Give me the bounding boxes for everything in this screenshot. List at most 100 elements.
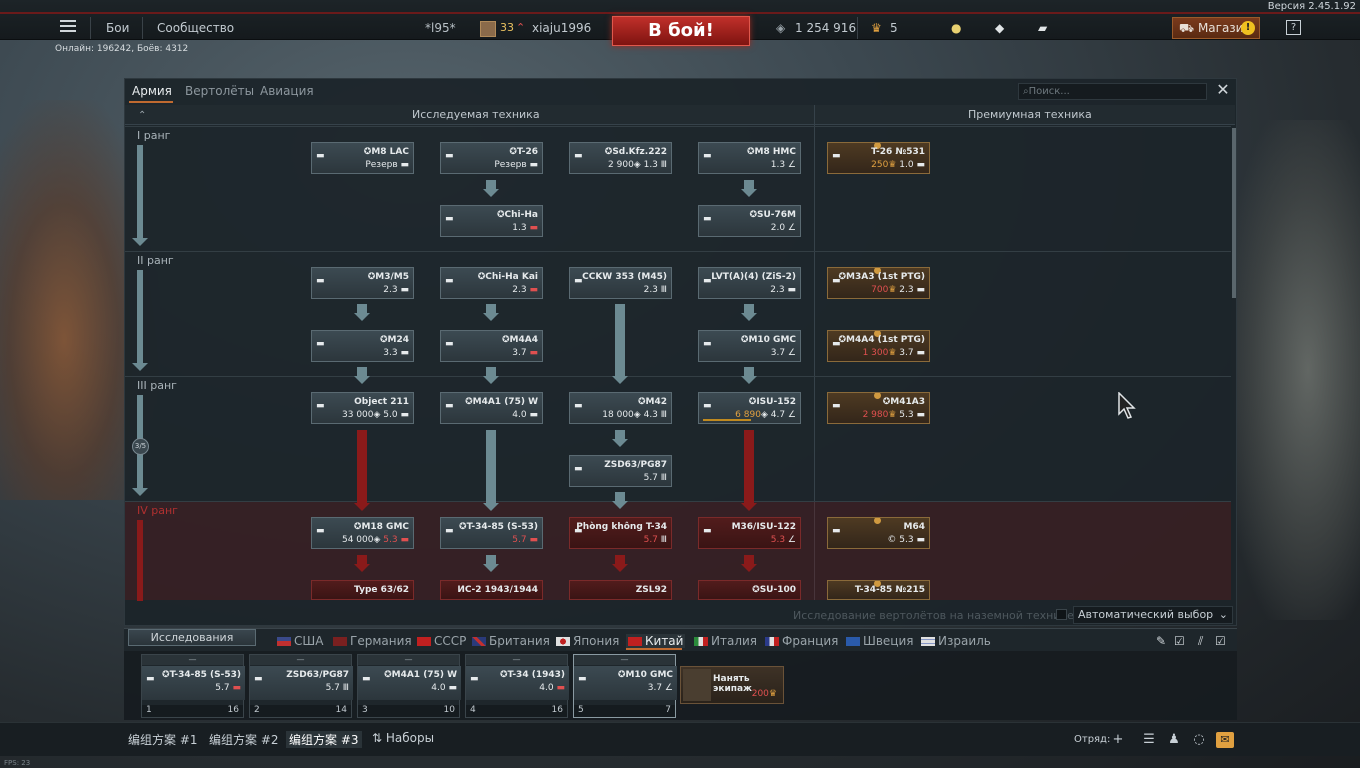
vehicle-card-lvt[interactable]: ▬ LVT(A)(4) (ZiS-2) 2.3 ▬ — [698, 267, 801, 299]
research-button[interactable]: Исследования — [128, 629, 256, 646]
rank-label[interactable]: IV ранг — [137, 504, 178, 517]
tank-icon: ▬ — [470, 674, 479, 684]
tank-icon: ▬ — [574, 151, 583, 161]
battles-menu[interactable]: Бои — [106, 21, 129, 35]
vehicle-card-t34-85-215[interactable]: T-34-85 №215 — [827, 580, 930, 600]
nation-ussr[interactable]: СССР — [417, 634, 466, 648]
vehicle-card-m42[interactable]: ▬ ✪M42 18 000◈ 4.3 Ⅲ — [569, 392, 672, 424]
crew-slot[interactable]: — ▬ ✪T-34 (1943) 4.0 ▬ 4 16 — [465, 654, 569, 718]
crew-slot[interactable]: — ▬ ZSD63/PG87 5.7 Ⅲ 2 14 — [249, 654, 353, 718]
checkmark-icon[interactable]: ☑ — [1215, 634, 1226, 648]
rank-label[interactable]: III ранг — [137, 379, 177, 392]
hire-crew-button[interactable]: Нанять экипаж 200♛ — [680, 666, 784, 704]
vehicle-card-m8-lac[interactable]: ▬ ✪M8 LAC Резерв ▬ — [311, 142, 414, 174]
vehicle-card-m18-gmc[interactable]: ▬ ✪M18 GMC 54 000◈ 5.3 ▬ — [311, 517, 414, 549]
avatar[interactable] — [480, 21, 496, 37]
chat-icon[interactable]: ◌ — [1191, 732, 1207, 748]
vehicle-card-zsl92[interactable]: ZSL92 — [569, 580, 672, 600]
tree-scrollbar[interactable] — [1232, 128, 1236, 298]
tree-header: Исследуемая техника Премиумная техника — [125, 105, 1235, 125]
to-battle-button[interactable]: В бой! — [612, 16, 750, 46]
collapse-all-icon[interactable]: ⌃ — [138, 110, 148, 121]
vehicle-card-m4a1-75w[interactable]: ▬ ✪M4A1 (75) W 4.0 ▬ — [440, 392, 543, 424]
crew-slot[interactable]: — ▬ ✪T-34-85 (S-53) 5.7 ▬ 1 16 — [141, 654, 245, 718]
rank-label[interactable]: I ранг — [137, 129, 170, 142]
wrench-icon[interactable]: ✎ — [1156, 634, 1166, 648]
vehicle-card-t26-531[interactable]: ▬ T-26 №531 250♛ 1.0 ▬ — [827, 142, 930, 174]
vehicle-card-chi-ha[interactable]: ▬ ✪Chi-Ha 1.3 ▬ — [440, 205, 543, 237]
presets-button[interactable]: ⇅ Наборы — [369, 731, 437, 745]
shop-button[interactable]: ⛟ Магазин! — [1172, 17, 1260, 39]
silver-balance[interactable]: 1 254 916 — [795, 21, 856, 35]
vehicle-card-t34-aa[interactable]: ▬ Phòng không T-34 5.7 Ⅲ — [569, 517, 672, 549]
heli-research-checkbox[interactable] — [1056, 609, 1067, 620]
nation-germany[interactable]: Германия — [333, 634, 412, 648]
vehicle-card-m3-m5[interactable]: ▬ ✪M3/M5 2.3 ▬ — [311, 267, 414, 299]
vehicle-card-isu-152[interactable]: ▬ ✪ISU-152 6 890◈ 4.7 ∠ — [698, 392, 801, 424]
rank-progress-bar — [137, 270, 143, 364]
search-input[interactable]: ⌕Поиск... — [1018, 83, 1207, 100]
auto-select-dropdown[interactable]: Автоматический выбор ⌄ — [1073, 606, 1233, 624]
community-menu[interactable]: Сообщество — [157, 21, 234, 35]
vehicle-card-m36-isu122[interactable]: ▬ M36/ISU-122 5.3 ∠ — [698, 517, 801, 549]
vehicle-card-zsd63[interactable]: ▬ ZSD63/PG87 5.7 Ⅲ — [569, 455, 672, 487]
vehicle-card-t34-85[interactable]: ▬ ✪T-34-85 (S-53) 5.7 ▬ — [440, 517, 543, 549]
flag-icon — [472, 637, 486, 646]
tab-army[interactable]: Армия — [132, 84, 172, 98]
vehicle-card-m24[interactable]: ▬ ✪M24 3.3 ▬ — [311, 330, 414, 362]
online-stats: Онлайн: 196242, Боёв: 4312 — [55, 44, 189, 54]
checkmark-icon[interactable]: ☑ — [1174, 634, 1185, 648]
nation-japan[interactable]: Япония — [556, 634, 619, 648]
list-icon[interactable]: ☰ — [1141, 732, 1157, 748]
nation-china[interactable]: Китай — [626, 634, 686, 648]
username[interactable]: xiaju1996 — [532, 21, 591, 35]
vehicle-card-t26[interactable]: ▬ ✪T-26 Резерв ▬ — [440, 142, 543, 174]
vehicle-card-object-211[interactable]: ▬ Object 211 33 000◈ 5.0 ▬ — [311, 392, 414, 424]
coupon-icon[interactable]: ▰ — [1038, 21, 1047, 35]
vehicle-card-su-76m[interactable]: ▬ ✪SU-76M 2.0 ∠ — [698, 205, 801, 237]
tree-link-arrow — [483, 503, 499, 511]
mail-icon[interactable]: ✉ — [1216, 732, 1234, 748]
nation-usa[interactable]: США — [277, 634, 323, 648]
nation-israel[interactable]: Израиль — [921, 634, 991, 648]
vehicle-card-m3a3[interactable]: ▬ ✪M3A3 (1st PTG) 700♛ 2.3 ▬ — [827, 267, 930, 299]
lightbulb-icon[interactable]: ● — [951, 21, 961, 35]
vehicle-card-sdkfz-222[interactable]: ▬ ✪Sd.Kfz.222 2 900◈ 1.3 Ⅲ — [569, 142, 672, 174]
vehicle-card-m4a4-ptg[interactable]: ▬ ✪M4A4 (1st PTG) 1 300♛ 3.7 ▬ — [827, 330, 930, 362]
preset-2[interactable]: 编组方案 #2 — [206, 731, 282, 748]
tab-aviation[interactable]: Авиация — [260, 84, 314, 98]
contacts-icon[interactable]: ♟ — [1166, 732, 1182, 748]
tree-link-arrow — [483, 313, 499, 321]
flag-icon — [846, 637, 860, 646]
preset-1[interactable]: 编组方案 #1 — [125, 731, 201, 748]
vehicle-card-cckw[interactable]: ▬ CCKW 353 (M45) 2.3 Ⅲ — [569, 267, 672, 299]
vehicle-card-chi-ha-kai[interactable]: ▬ ✪Chi-Ha Kai 2.3 ▬ — [440, 267, 543, 299]
help-icon[interactable]: ? — [1286, 20, 1301, 35]
gold-balance[interactable]: 5 — [890, 21, 898, 35]
preset-3[interactable]: 编组方案 #3 — [286, 731, 362, 748]
vehicle-card-m41a3[interactable]: ▬ ✪M41A3 2 980♛ 5.3 ▬ — [827, 392, 930, 424]
locked-tree-link — [357, 430, 367, 504]
tab-helicopters[interactable]: Вертолёты — [185, 84, 254, 98]
nation-sweden[interactable]: Швеция — [846, 634, 913, 648]
add-squad-icon[interactable]: + — [1110, 732, 1126, 748]
rank-label[interactable]: II ранг — [137, 254, 174, 267]
vehicle-card-su-100[interactable]: ✪SU-100 — [698, 580, 801, 600]
nation-italy[interactable]: Италия — [694, 634, 757, 648]
crew-slot[interactable]: — ▬ ✪M4A1 (75) W 4.0 ▬ 3 10 — [357, 654, 461, 718]
vehicle-card-type-63[interactable]: Type 63/62 — [311, 580, 414, 600]
nation-britain[interactable]: Британия — [472, 634, 550, 648]
flag-icon — [417, 637, 431, 646]
vehicle-card-m10-gmc[interactable]: ▬ ✪M10 GMC 3.7 ∠ — [698, 330, 801, 362]
menu-icon[interactable] — [60, 20, 76, 33]
diamond-icon[interactable]: ◆ — [995, 21, 1004, 35]
repair-all-icon[interactable]: ⫽ — [1198, 634, 1203, 649]
close-icon[interactable]: ✕ — [1215, 82, 1231, 98]
vehicle-card-m64[interactable]: ▬ M64 © 5.3 ▬ — [827, 517, 930, 549]
vehicle-card-m4a4[interactable]: ▬ ✪M4A4 3.7 ▬ — [440, 330, 543, 362]
vehicle-card-is2[interactable]: ИС-2 1943/1944 — [440, 580, 543, 600]
crew-slot-selected[interactable]: — ▬ ✪M10 GMC 3.7 ∠ 57 — [573, 654, 677, 718]
vehicle-card-m8-hmc[interactable]: ▬ ✪M8 HMC 1.3 ∠ — [698, 142, 801, 174]
premium-header: Премиумная техника — [968, 108, 1092, 121]
nation-france[interactable]: Франция — [765, 634, 838, 648]
